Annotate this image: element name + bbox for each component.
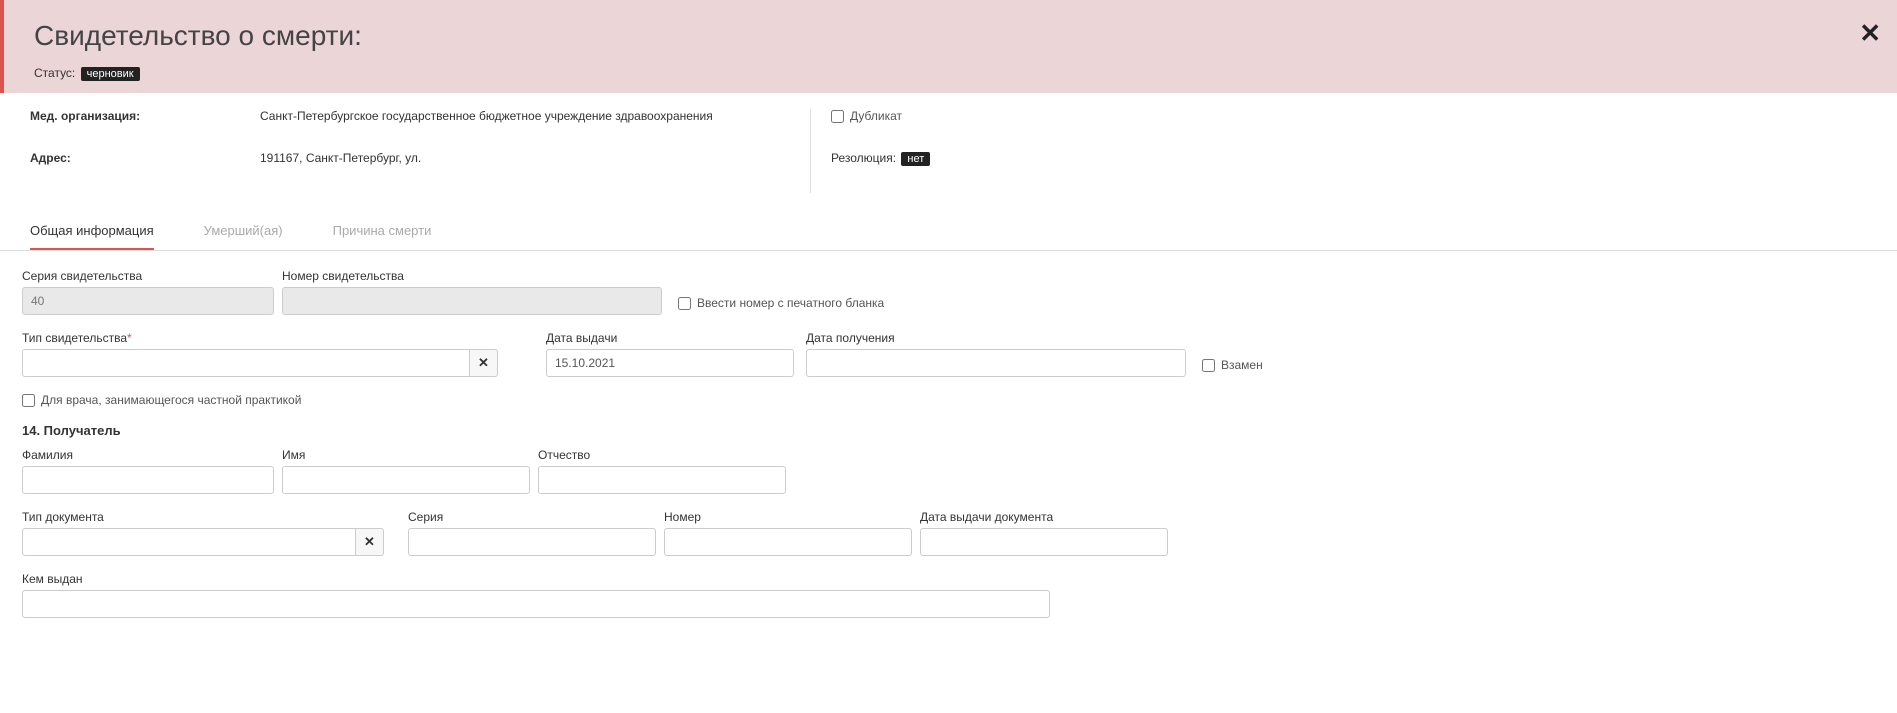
surname-input[interactable] xyxy=(22,466,274,494)
private-doctor-checkbox[interactable] xyxy=(22,394,35,407)
close-icon[interactable]: ✕ xyxy=(1859,18,1881,49)
enter-number-checkbox[interactable] xyxy=(678,297,691,310)
resolution-label: Резолюция: xyxy=(831,151,896,165)
replace-label: Взамен xyxy=(1221,358,1263,372)
cert-type-label: Тип свидетельства xyxy=(22,331,498,345)
page-header: Свидетельство о смерти: Статус: черновик… xyxy=(0,0,1897,93)
recipient-header: 14. Получатель xyxy=(22,423,1875,438)
receive-date-label: Дата получения xyxy=(806,331,1186,345)
status-line: Статус: черновик xyxy=(34,66,1869,81)
org-label: Мед. организация: xyxy=(30,109,260,123)
tab-deceased[interactable]: Умерший(ая) xyxy=(204,213,283,250)
tab-cause[interactable]: Причина смерти xyxy=(333,213,432,250)
org-value: Санкт-Петербургское государственное бюдж… xyxy=(260,109,713,123)
doc-type-input[interactable] xyxy=(22,528,356,556)
name-label: Имя xyxy=(282,448,530,462)
issue-date-input[interactable] xyxy=(546,349,794,377)
cert-type-input[interactable] xyxy=(22,349,470,377)
addr-value: 191167, Санкт-Петербург, ул. xyxy=(260,151,421,165)
resolution-badge: нет xyxy=(901,152,930,166)
doc-type-clear-button[interactable]: ✕ xyxy=(356,528,384,556)
duplicate-label: Дубликат xyxy=(850,109,902,123)
status-label: Статус: xyxy=(34,66,75,80)
tabs: Общая информация Умерший(ая) Причина сме… xyxy=(0,213,1897,251)
close-icon: ✕ xyxy=(478,355,489,371)
issue-date-label: Дата выдачи xyxy=(546,331,794,345)
name-input[interactable] xyxy=(282,466,530,494)
doc-type-label: Тип документа xyxy=(22,510,384,524)
doc-series-label: Серия xyxy=(408,510,656,524)
duplicate-checkbox[interactable] xyxy=(831,110,844,123)
replace-checkbox[interactable] xyxy=(1202,359,1215,372)
number-input xyxy=(282,287,662,315)
surname-label: Фамилия xyxy=(22,448,274,462)
addr-label: Адрес: xyxy=(30,151,260,165)
enter-number-label: Ввести номер с печатного бланка xyxy=(697,296,884,310)
issued-by-label: Кем выдан xyxy=(22,572,1050,586)
doc-number-label: Номер xyxy=(664,510,912,524)
patronymic-label: Отчество xyxy=(538,448,786,462)
private-doctor-label: Для врача, занимающегося частной практик… xyxy=(41,393,301,407)
cert-type-clear-button[interactable]: ✕ xyxy=(470,349,498,377)
doc-issue-date-input[interactable] xyxy=(920,528,1168,556)
patronymic-input[interactable] xyxy=(538,466,786,494)
close-icon: ✕ xyxy=(364,534,375,550)
series-label: Серия свидетельства xyxy=(22,269,274,283)
page-title: Свидетельство о смерти: xyxy=(34,20,1869,52)
status-badge: черновик xyxy=(81,67,140,81)
doc-number-input[interactable] xyxy=(664,528,912,556)
issued-by-input[interactable] xyxy=(22,590,1050,618)
doc-issue-date-label: Дата выдачи документа xyxy=(920,510,1168,524)
receive-date-input[interactable] xyxy=(806,349,1186,377)
tab-general[interactable]: Общая информация xyxy=(30,213,154,250)
series-input xyxy=(22,287,274,315)
number-label: Номер свидетельства xyxy=(282,269,662,283)
doc-series-input[interactable] xyxy=(408,528,656,556)
